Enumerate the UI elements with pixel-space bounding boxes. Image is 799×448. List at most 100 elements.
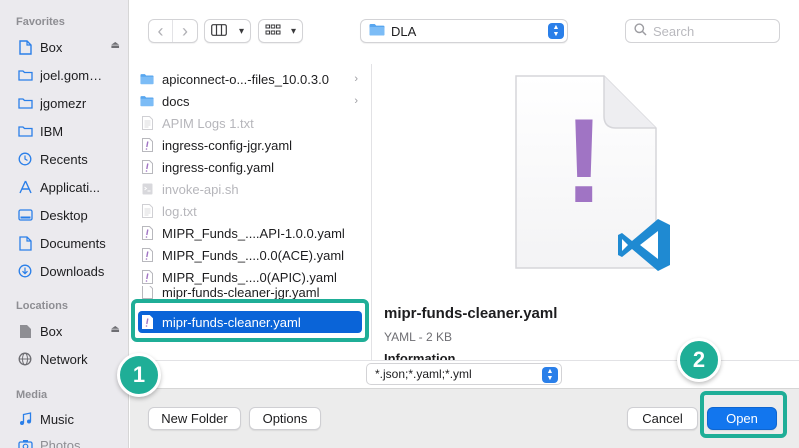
dialog-footer: New Folder Options Cancel Open [130,388,799,448]
sidebar-item-box-location[interactable]: Box ⏏ [16,320,126,342]
file-name: log.txt [162,203,197,219]
document-icon [16,235,34,251]
list-item[interactable]: docs › [140,90,368,112]
sidebar-item-box[interactable]: Box ⏏ [16,36,126,58]
popup-stepper-icon: ▲ ▼ [542,367,558,383]
sidebar-item-label: Box [40,39,63,55]
folder-path-popup[interactable]: DLA ▲ ▼ [360,19,568,43]
download-icon [16,263,34,279]
sidebar-item-label: Desktop [40,207,88,223]
text-file-icon [140,203,154,219]
sidebar-item-photos[interactable]: Photos [16,434,126,448]
document-icon [16,39,34,55]
yaml-file-icon [140,269,154,285]
sidebar-item-recents[interactable]: Recents [16,148,126,170]
file-name: MIPR_Funds_....API-1.0.0.yaml [162,225,345,241]
list-item[interactable]: apiconnect-o...-files_10.0.3.0 › [140,68,368,90]
folder-icon [16,67,34,83]
yaml-file-icon [140,225,154,241]
folder-icon [16,123,34,139]
chevron-down-icon: ▾ [290,25,296,37]
chevron-down-icon: ▾ [238,25,244,37]
sidebar-item-joel-gomez[interactable]: joel.gomez... [16,64,126,86]
folder-icon [369,23,385,39]
media-heading: Media [16,389,48,401]
yaml-file-icon [140,137,154,153]
sidebar-item-downloads[interactable]: Downloads [16,260,126,282]
sidebar-item-desktop[interactable]: Desktop [16,204,126,226]
camera-icon [16,437,34,448]
sidebar-item-label: Box [40,323,63,339]
list-item: invoke-api.sh [140,178,368,200]
folder-icon [140,93,154,109]
script-file-icon [140,181,154,197]
sidebar-item-music[interactable]: Music [16,408,126,430]
step-badge-1: 1 [117,353,161,397]
sidebar-item-ibm[interactable]: IBM [16,120,126,142]
list-item[interactable]: MIPR_Funds_....0(APIC).yaml [140,266,368,288]
desktop-icon [16,207,34,223]
sidebar-item-label: Downloads [40,263,105,279]
yaml-document-preview-icon: ! [515,75,670,271]
sidebar-item-label: Music [40,411,74,427]
text-file-icon [140,115,154,131]
popup-stepper-icon: ▲ ▼ [548,23,564,39]
view-mode-button[interactable]: ▾ [204,19,251,43]
sidebar: Favorites Box ⏏ joel.gomez... jgomezr IB… [0,0,129,448]
back-forward-control: ‹ › [148,19,198,43]
current-folder-label: DLA [391,23,417,39]
sidebar-item-label: Documents [40,235,106,251]
file-name: ingress-config.yaml [162,159,274,175]
file-name: mipr-funds-cleaner-jgr.yaml [162,286,320,300]
file-format-select[interactable]: *.json;*.yaml;*.yml ▲ ▼ [366,363,562,385]
cancel-button[interactable]: Cancel [627,407,698,430]
file-name: MIPR_Funds_....0.0(ACE).yaml [162,247,345,263]
locations-heading: Locations [16,300,68,312]
file-name: apiconnect-o...-files_10.0.3.0 [162,71,329,87]
clock-icon [16,151,34,167]
chevron-right-icon: › [354,73,358,85]
drive-icon [16,323,34,339]
search-icon [634,23,647,39]
sidebar-item-label: Applicati... [40,179,100,195]
folder-icon [140,71,154,87]
grid-icon [265,24,281,39]
sidebar-item-applications[interactable]: Applicati... [16,176,126,198]
favorites-heading: Favorites [16,16,65,28]
sidebar-item-documents[interactable]: Documents [16,232,126,254]
list-item[interactable]: mipr-funds-cleaner-jgr.yaml [140,286,368,300]
preview-file-meta: YAML - 2 KB [384,330,453,344]
eject-icon[interactable]: ⏏ [111,324,120,335]
eject-icon[interactable]: ⏏ [111,40,120,51]
sidebar-item-network[interactable]: Network [16,348,126,370]
sidebar-item-label: joel.gomez... [40,67,108,83]
toolbar: ‹ › ▾ ▾ DLA ▲ ▼ [130,0,799,64]
applications-icon [16,179,34,195]
preview-pane: ! mipr-funds-cleaner.yaml YAML - 2 KB In… [372,64,799,360]
list-item: log.txt [140,200,368,222]
music-icon [16,411,34,427]
list-item[interactable]: ingress-config-jgr.yaml [140,134,368,156]
sidebar-item-jgomezr[interactable]: jgomezr [16,92,126,114]
search-input[interactable] [653,23,773,39]
list-item[interactable]: MIPR_Funds_....API-1.0.0.yaml [140,222,368,244]
file-name: APIM Logs 1.txt [162,115,254,131]
exclamation-glyph: ! [564,94,604,228]
forward-button[interactable]: › [173,20,197,42]
file-format-value: *.json;*.yaml;*.yml [375,367,472,381]
list-item[interactable]: MIPR_Funds_....0.0(ACE).yaml [140,244,368,266]
yaml-file-icon [140,247,154,263]
options-button[interactable]: Options [249,407,321,430]
list-item: APIM Logs 1.txt [140,112,368,134]
file-name: invoke-api.sh [162,181,239,197]
back-button[interactable]: ‹ [149,20,173,42]
highlight-box-open-button [700,391,787,438]
yaml-file-icon [140,286,154,300]
sidebar-item-label: Photos [40,437,81,448]
file-name: ingress-config-jgr.yaml [162,137,293,153]
search-field[interactable] [625,19,780,43]
list-item[interactable]: ingress-config.yaml [140,156,368,178]
sidebar-item-label: Network [40,351,88,367]
group-by-button[interactable]: ▾ [258,19,303,43]
new-folder-button[interactable]: New Folder [148,407,241,430]
